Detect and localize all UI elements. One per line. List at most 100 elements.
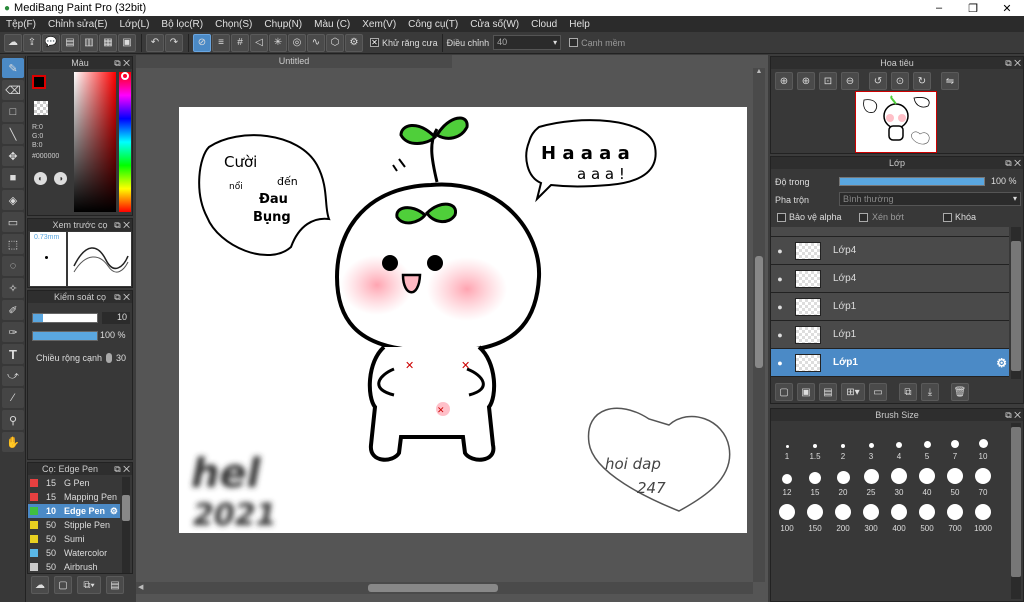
brush-list-item[interactable]: 50 Airbrush	[28, 560, 120, 574]
new-layer-8bit-icon[interactable]: ▣	[797, 383, 815, 401]
zoom-in-2-icon[interactable]: ⊕	[797, 72, 815, 90]
layer-row-partial[interactable]	[771, 227, 1009, 237]
gear-icon[interactable]: ⚙	[996, 356, 1007, 370]
clip-checkbox[interactable]	[859, 213, 868, 222]
panel-close-icon[interactable]: ⧉ ✕	[1005, 157, 1021, 169]
brush-size-option[interactable]: 1	[773, 423, 801, 461]
panel-close-icon[interactable]: ⧉ ✕	[1005, 57, 1021, 69]
brush-size-option[interactable]: 200	[829, 497, 857, 533]
menu-layer[interactable]: Lớp(L)	[114, 19, 156, 30]
gradient-tool-icon[interactable]: ▭	[2, 212, 24, 232]
circle-snap-icon[interactable]: ◎	[288, 33, 306, 52]
eye-icon[interactable]: ●	[771, 358, 789, 368]
brush-tool-icon[interactable]: ✎	[2, 58, 24, 78]
hand-tool-icon[interactable]: ✋	[2, 432, 24, 452]
brush-size-scrollbar[interactable]	[1011, 423, 1021, 599]
brush-size-option[interactable]: 100	[773, 497, 801, 533]
eraser-tool-icon[interactable]: ⌫	[2, 80, 24, 100]
layer-opacity-slider[interactable]	[839, 177, 985, 186]
menu-capture[interactable]: Chụp(N)	[258, 19, 308, 30]
brush-size-option[interactable]: 40	[913, 461, 941, 497]
maximize-button[interactable]: ❐	[956, 2, 990, 15]
brush-list-scroll-thumb[interactable]	[122, 495, 130, 521]
menu-tools[interactable]: Công cụ(T)	[402, 19, 464, 30]
grid-icon[interactable]: ▦	[99, 33, 117, 52]
radial-snap-icon[interactable]: ✳	[269, 33, 287, 52]
opacity-slider[interactable]	[32, 331, 98, 341]
select-pen-tool-icon[interactable]: ✐	[2, 300, 24, 320]
move-tool-icon[interactable]: ✥	[2, 146, 24, 166]
rotate-left-icon[interactable]: ↺	[869, 72, 887, 90]
duplicate-layer-icon[interactable]: ⧉	[899, 383, 917, 401]
antialias-checkbox[interactable]: ✕	[370, 38, 379, 47]
brush-size-option[interactable]: 50	[941, 461, 969, 497]
export-icon[interactable]: ⇪	[23, 33, 41, 52]
hue-slider[interactable]	[119, 72, 131, 212]
eye-icon[interactable]: ●	[771, 274, 789, 284]
eye-icon[interactable]: ●	[771, 302, 789, 312]
brush-list-item[interactable]: 50 Stipple Pen	[28, 518, 120, 532]
brush-size-option[interactable]: 70	[969, 461, 997, 497]
operation-tool-icon[interactable]: ⤻	[2, 366, 24, 386]
rectangle-tool-icon[interactable]: □	[2, 102, 24, 122]
merge-layer-icon[interactable]: ⤓	[921, 383, 939, 401]
layer-row[interactable]: ● Lớp4	[771, 237, 1009, 265]
foreground-color[interactable]	[32, 75, 46, 89]
brush-size-scroll-thumb[interactable]	[1011, 427, 1021, 577]
add-layer-menu-icon[interactable]: ⊞▾	[841, 383, 865, 401]
bucket-tool-icon[interactable]: ◈	[2, 190, 24, 210]
drawing-canvas[interactable]: Cười nổi đến Đau Bụng H a a a a a a a ! …	[179, 107, 747, 533]
eyedropper-tool-icon[interactable]: ⚲	[2, 410, 24, 430]
close-button[interactable]: ✕	[990, 2, 1024, 15]
v-scroll-up-icon[interactable]: ▲	[753, 68, 765, 78]
blend-mode-select[interactable]: Bình thường ▾	[839, 192, 1021, 206]
menu-color[interactable]: Màu (C)	[308, 19, 356, 30]
brush-size-option[interactable]: 12	[773, 461, 801, 497]
redo-icon[interactable]: ↷	[165, 33, 183, 52]
gear-icon[interactable]: ⚙	[110, 506, 118, 517]
cloud-brush-icon[interactable]: ☁	[31, 576, 49, 594]
menu-cloud[interactable]: Cloud	[525, 19, 563, 30]
lasso-tool-icon[interactable]: ◌	[2, 256, 24, 276]
brush-size-option[interactable]: 300	[857, 497, 885, 533]
menu-help[interactable]: Help	[563, 19, 596, 30]
menu-file[interactable]: Tệp(F)	[0, 19, 42, 30]
brush-list-item[interactable]: 15 Mapping Pen	[28, 490, 120, 504]
panel-close-icon[interactable]: ⧉ ✕	[114, 219, 130, 231]
cloud-icon[interactable]: ☁	[4, 33, 22, 52]
horizontal-scrollbar[interactable]: ◀	[136, 582, 753, 594]
color-palette-icon[interactable]: ◑	[54, 172, 67, 185]
duplicate-brush-icon[interactable]: ⧉▾	[77, 576, 101, 594]
navigator-thumbnail[interactable]	[855, 91, 937, 153]
brush-size-option[interactable]: 10	[969, 423, 997, 461]
select-eraser-tool-icon[interactable]: ✑	[2, 322, 24, 342]
panel-close-icon[interactable]: ⧉ ✕	[114, 291, 130, 303]
brush-size-option[interactable]: 15	[801, 461, 829, 497]
protect-alpha-checkbox[interactable]	[777, 213, 786, 222]
h-scroll-thumb[interactable]	[368, 584, 498, 592]
magic-wand-tool-icon[interactable]: ✧	[2, 278, 24, 298]
v-scroll-thumb[interactable]	[755, 256, 763, 368]
brush-size-option[interactable]: 7	[941, 423, 969, 461]
menu-window[interactable]: Cửa số(W)	[464, 19, 525, 30]
eye-icon[interactable]: ●	[771, 330, 789, 340]
settings-icon[interactable]: ⚙	[345, 33, 363, 52]
brush-list-item[interactable]: 15 G Pen	[28, 476, 120, 490]
panel-close-icon[interactable]: ⧉ ✕	[114, 57, 130, 69]
document-tab[interactable]: Untitled	[136, 55, 452, 68]
brush-size-option[interactable]: 5	[913, 423, 941, 461]
undo-icon[interactable]: ↶	[146, 33, 164, 52]
saturation-value-square[interactable]	[74, 72, 116, 212]
edge-width-knob[interactable]	[106, 353, 112, 363]
panel-close-icon[interactable]: ⧉ ✕	[114, 463, 130, 475]
layer-row[interactable]: ● Lớp4	[771, 265, 1009, 293]
fill-rect-tool-icon[interactable]: ■	[2, 168, 24, 188]
text-tool-icon[interactable]: T	[2, 344, 24, 364]
menu-filter[interactable]: Bộ lọc(R)	[155, 19, 209, 30]
comment-icon[interactable]: 💬	[42, 33, 60, 52]
panel-close-icon[interactable]: ⧉ ✕	[1005, 409, 1021, 421]
layer-row[interactable]: ● Lớp1	[771, 293, 1009, 321]
new-brush-icon[interactable]: ▢	[54, 576, 72, 594]
new-layer-icon[interactable]: ▢	[775, 383, 793, 401]
brush-settings-icon[interactable]: ▤	[106, 576, 124, 594]
